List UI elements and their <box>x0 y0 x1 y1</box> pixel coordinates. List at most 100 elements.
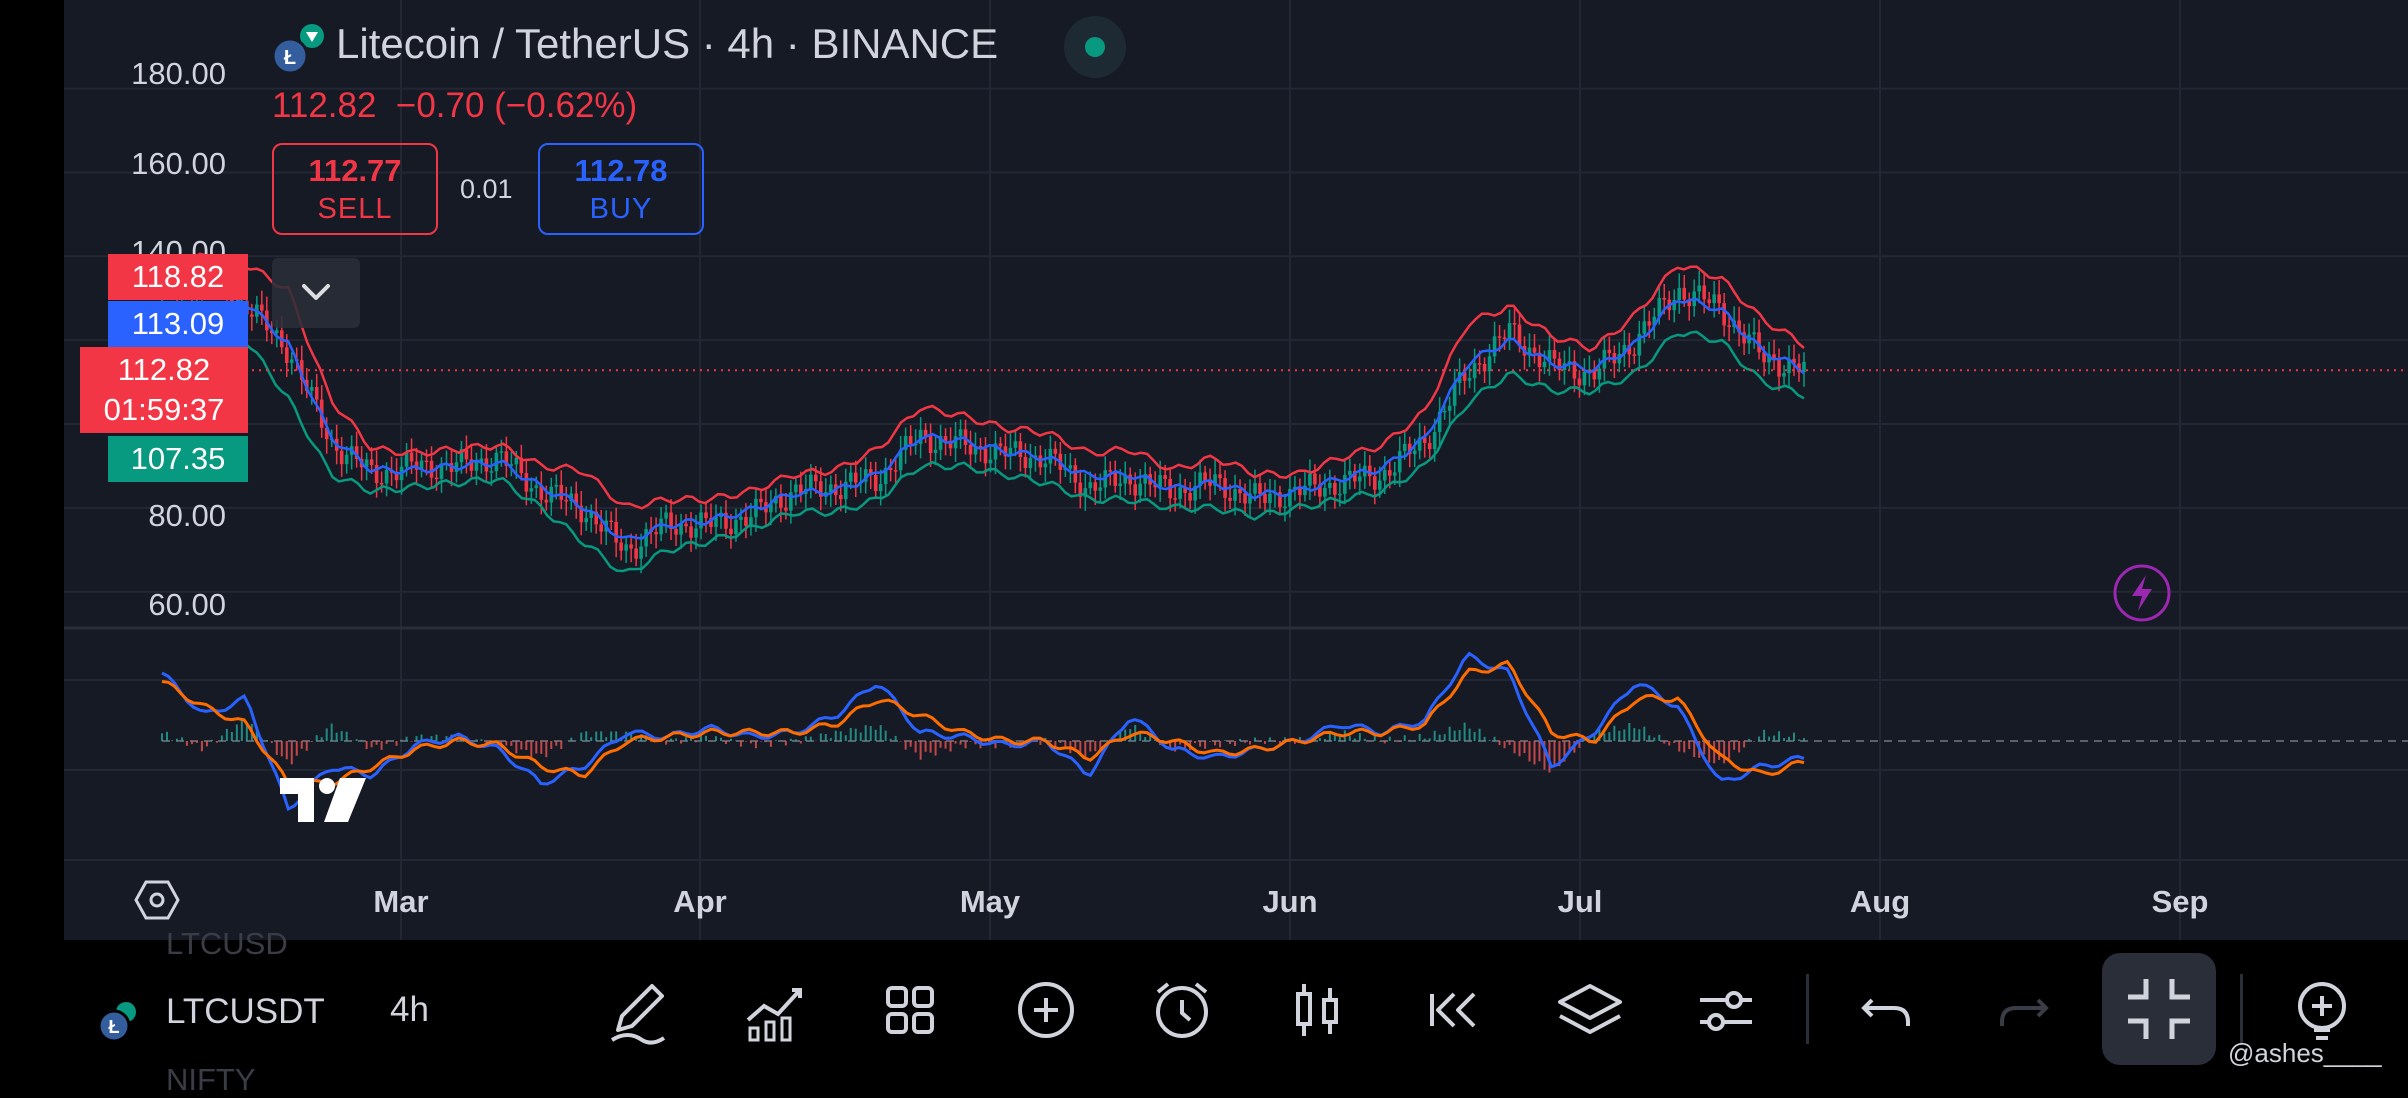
candle-body <box>1802 361 1806 373</box>
symbol-list-item[interactable]: NIFTY <box>166 1062 256 1098</box>
candle-body <box>384 470 389 484</box>
candle-body <box>998 443 1003 447</box>
candle-body <box>1727 325 1731 327</box>
chart-canvas[interactable] <box>64 0 2408 940</box>
lower-band-line <box>161 318 1805 573</box>
candle-body <box>559 484 564 500</box>
candle-body <box>1682 287 1687 300</box>
candle-body <box>529 488 534 492</box>
candle-body <box>1662 297 1667 300</box>
buy-price: 112.78 <box>574 153 668 188</box>
undo-icon[interactable] <box>1846 970 1926 1050</box>
layers-icon[interactable] <box>1550 970 1630 1050</box>
candle-body <box>1118 483 1123 486</box>
candle-body <box>1492 336 1497 357</box>
candle-body <box>1253 483 1257 494</box>
candle-body <box>684 523 688 527</box>
candle-body <box>339 450 344 465</box>
candle-body <box>639 546 643 559</box>
last-price-tag: 112.82 01:59:37 <box>80 347 248 433</box>
candle-body <box>1108 470 1113 472</box>
candle-body <box>314 386 319 400</box>
lightning-icon[interactable] <box>2112 563 2172 628</box>
candle-body <box>1133 484 1138 496</box>
redo-icon[interactable] <box>1984 970 2064 1050</box>
settings-sliders-icon[interactable] <box>1686 970 1766 1050</box>
candle-body <box>1392 472 1397 476</box>
candle-body <box>1018 441 1023 457</box>
candle-body <box>1597 368 1602 380</box>
drawing-pencil-icon[interactable] <box>598 970 678 1050</box>
candle-body <box>289 359 294 363</box>
candle-body <box>739 516 743 520</box>
add-plus-icon[interactable] <box>1006 970 1086 1050</box>
candle-body <box>699 512 703 529</box>
candle-body <box>1138 483 1143 496</box>
candle-body <box>1467 378 1472 381</box>
candle-body <box>499 451 504 453</box>
layout-grid-icon[interactable] <box>870 970 950 1050</box>
candle-body <box>654 532 658 535</box>
candle-body <box>629 544 633 549</box>
candle-body <box>1328 482 1332 488</box>
candle-body <box>369 459 374 466</box>
candle-body <box>614 521 618 543</box>
candle-body <box>1358 476 1362 482</box>
sell-button[interactable]: 112.77 SELL <box>272 143 438 235</box>
candle-body <box>1178 487 1182 499</box>
candle-body <box>619 542 623 551</box>
toolbar-divider <box>2240 974 2243 1044</box>
candle-body <box>689 526 693 538</box>
svg-text:Ł: Ł <box>284 47 296 69</box>
candle-body <box>1487 356 1492 372</box>
candle-body <box>734 519 738 535</box>
collapse-legend-button[interactable] <box>272 258 360 328</box>
candle-body <box>1258 483 1262 494</box>
interval-button[interactable]: 4h <box>390 990 429 1030</box>
x-tick-label: Sep <box>2151 884 2209 919</box>
candle-body <box>958 429 963 437</box>
sell-price: 112.77 <box>308 153 402 188</box>
candle-body <box>1218 474 1222 479</box>
candle-body <box>1707 299 1711 304</box>
candle-body <box>1427 442 1432 450</box>
chart-settings-icon[interactable] <box>134 878 180 927</box>
y-tick-label: 60.00 <box>148 587 226 622</box>
chart-area[interactable] <box>64 0 2408 940</box>
candle-body <box>1752 332 1756 335</box>
candle-body <box>1313 473 1317 485</box>
candle-body <box>1532 347 1537 353</box>
candle-body <box>1542 361 1547 368</box>
indicators-icon[interactable] <box>734 970 814 1050</box>
candle-body <box>1497 336 1502 338</box>
legend-last: 112.82 <box>272 86 377 125</box>
symbol-button[interactable]: LTCUSDT <box>166 992 325 1032</box>
candle-body <box>1348 470 1352 475</box>
candle-body <box>1323 487 1327 497</box>
candle-body <box>564 499 569 502</box>
lower-band-tag: 107.35 <box>108 436 248 482</box>
candle-body <box>1367 465 1372 477</box>
candle-body <box>968 444 973 455</box>
symbol-title[interactable]: Litecoin / TetherUS · 4h · BINANCE <box>336 20 998 68</box>
market-status-icon[interactable] <box>1064 16 1126 78</box>
symbol-list-item[interactable]: LTCUSD <box>166 926 288 962</box>
candle-body <box>1642 321 1647 334</box>
candle-body <box>1677 287 1682 301</box>
chevron-down-icon <box>302 284 330 300</box>
candlestick-icon[interactable] <box>1278 970 1358 1050</box>
candle-body <box>988 459 993 464</box>
candle-body <box>474 462 479 471</box>
candle-body <box>1073 465 1078 483</box>
replay-rewind-icon[interactable] <box>1414 970 1494 1050</box>
candle-body <box>1712 294 1716 304</box>
alarm-clock-icon[interactable] <box>1142 970 1222 1050</box>
candle-body <box>893 470 898 472</box>
candle-body <box>634 548 638 559</box>
candle-body <box>379 482 384 485</box>
buy-button[interactable]: 112.78 BUY <box>538 143 704 235</box>
exit-fullscreen-button[interactable] <box>2102 953 2216 1065</box>
candle-body <box>853 472 858 483</box>
x-tick-label: Jun <box>1262 884 1318 919</box>
candle-body <box>1188 492 1192 501</box>
